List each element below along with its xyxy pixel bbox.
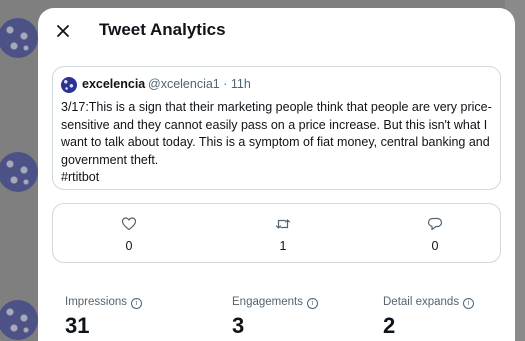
reply-icon [427,217,443,231]
close-icon [57,25,69,37]
like-count: 0 [125,239,133,253]
retweet-stat[interactable]: 1 [263,216,303,253]
author-handle-time: @xcelencia1 · 11h [148,77,251,91]
tweet-hashtag[interactable]: #rtitbot [61,169,501,187]
heart-icon [121,217,137,231]
modal-title: Tweet Analytics [99,20,226,39]
tweet-analytics-modal: Tweet Analytics excelencia @xcelencia1 ·… [38,8,515,341]
like-stat[interactable]: 0 [109,216,149,253]
metric-label: Detail expands i [383,296,475,309]
retweet-count: 1 [279,239,287,253]
info-icon[interactable]: i [131,298,142,309]
engagements-value: 3 [232,313,245,338]
impressions-label: Impressions [65,296,127,308]
impressions-value: 31 [65,313,90,338]
retweet-icon [275,219,291,229]
tweet-text-line: government theft. [61,152,159,167]
engagements-metric: Engagements i 3 [232,296,318,339]
engagement-bar: 0 1 0 [52,203,501,263]
background-avatar [0,152,38,192]
tweet-text: 3/17:This is a sign that their marketing… [61,99,501,187]
detail-expands-label: Detail expands [383,296,460,308]
modal-header: Tweet Analytics [38,8,515,54]
metric-label: Impressions i [65,296,142,309]
tweet-text-line: 3/17:This is a sign that their marketing… [61,100,492,114]
info-icon[interactable]: i [463,298,475,309]
metric-label: Engagements i [232,296,318,309]
tweet-text-line: want to talk about today. This is a symp… [61,135,490,149]
quoted-tweet[interactable]: excelencia @xcelencia1 · 11h 3/17:This i… [52,66,501,190]
info-icon[interactable]: i [306,298,318,309]
background-avatar [0,18,38,58]
author-name[interactable]: excelencia [82,77,145,91]
detail-expands-value: 2 [383,313,396,338]
impressions-metric: Impressions i 31 [65,296,142,339]
tweet-text-line: sensitive and they cannot easily pass on… [61,117,488,132]
reply-stat[interactable]: 0 [415,216,455,253]
reply-count: 0 [431,239,439,253]
close-button[interactable] [50,18,76,44]
detail-expands-metric: Detail expands i 2 [383,296,475,339]
background-avatar [0,300,38,340]
author-avatar[interactable] [61,77,77,93]
engagements-label: Engagements [232,296,303,308]
